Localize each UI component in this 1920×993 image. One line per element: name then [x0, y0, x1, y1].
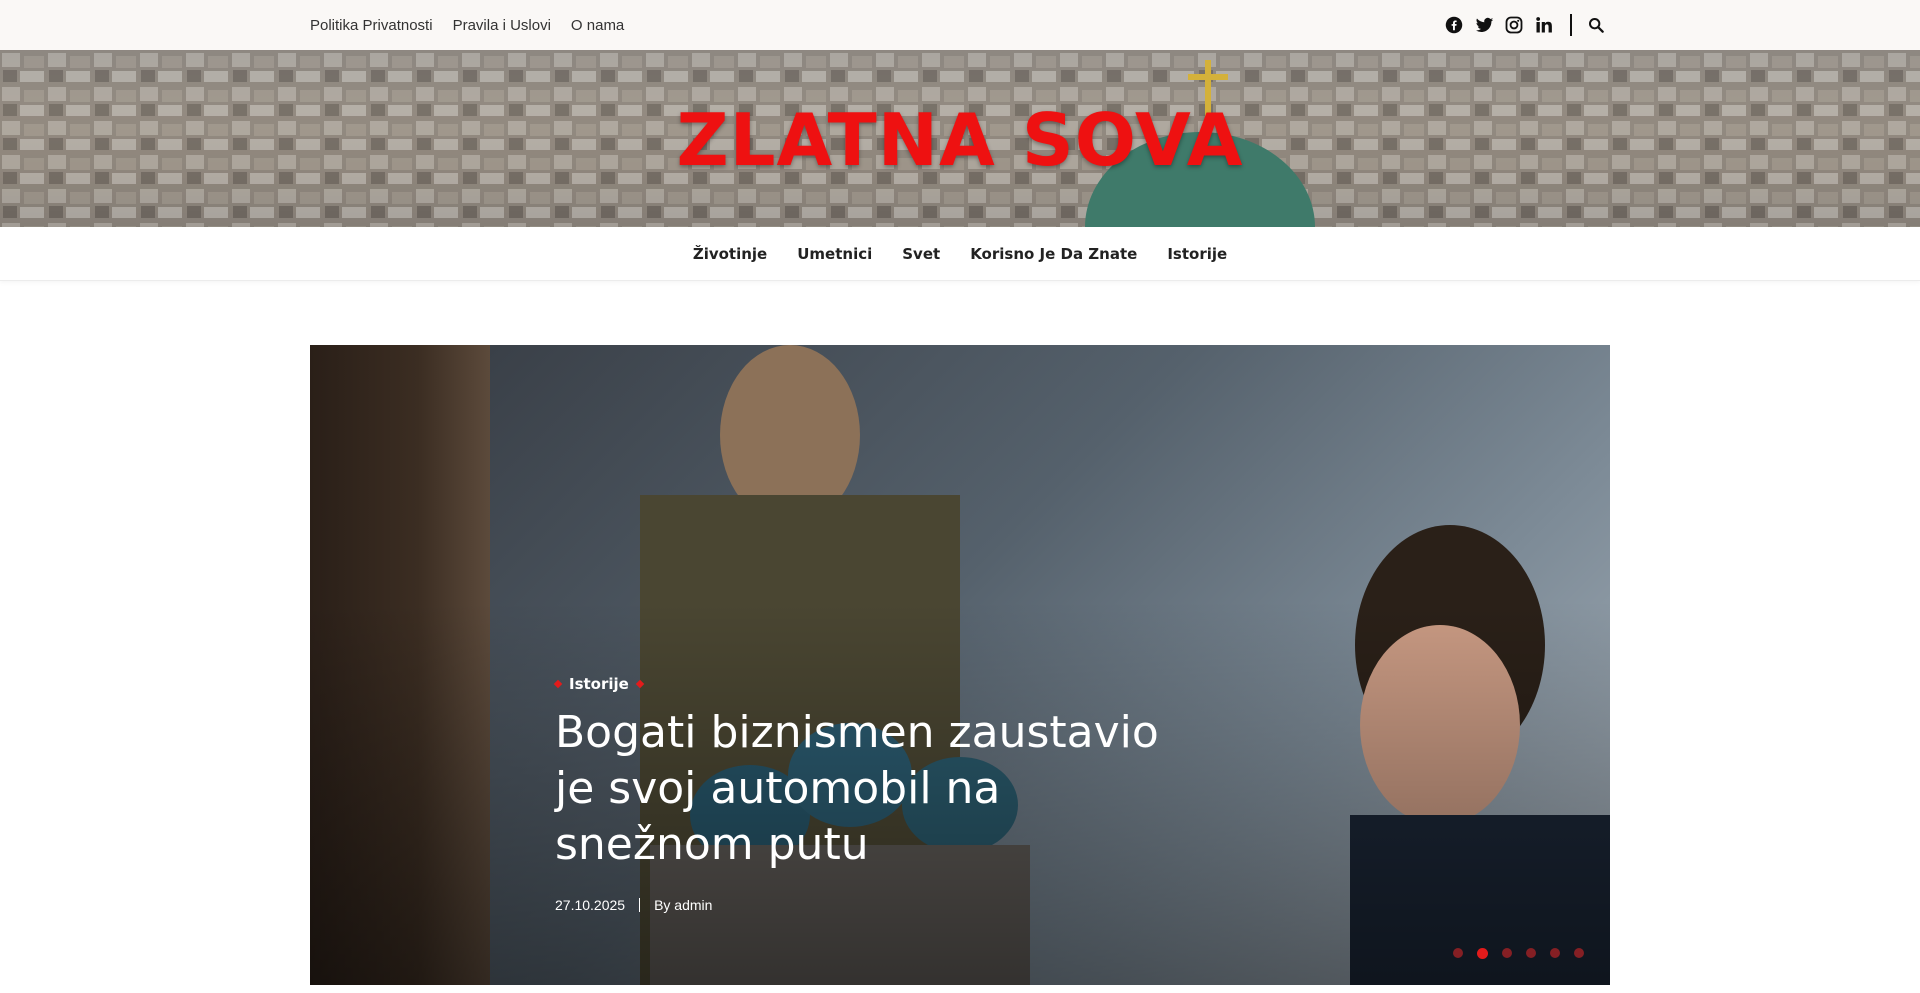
top-bar: Politika Privatnosti Pravila i Uslovi O … — [0, 0, 1920, 50]
hero-meta: 27.10.2025 By admin — [555, 897, 1195, 913]
top-links: Politika Privatnosti Pravila i Uslovi O … — [310, 0, 624, 50]
link-about[interactable]: O nama — [571, 17, 624, 34]
post-author[interactable]: By admin — [654, 897, 712, 913]
meta-divider — [639, 898, 641, 912]
slider-dot[interactable] — [1550, 948, 1560, 958]
slider-dot[interactable] — [1453, 948, 1463, 958]
link-terms[interactable]: Pravila i Uslovi — [453, 17, 551, 34]
site-banner: ZLATNA SOVA — [0, 50, 1920, 227]
twitter-icon[interactable] — [1474, 15, 1494, 35]
nav-item-korisno[interactable]: Korisno Je Da Znate — [970, 245, 1137, 263]
slider-dot[interactable] — [1574, 948, 1584, 958]
nav-item-umetnici[interactable]: Umetnici — [797, 245, 872, 263]
instagram-icon[interactable] — [1504, 15, 1524, 35]
search-icon[interactable] — [1586, 15, 1606, 35]
nav-item-istorije[interactable]: Istorije — [1167, 245, 1227, 263]
diamond-icon — [635, 679, 645, 689]
nav-item-zivotinje[interactable]: Životinje — [693, 245, 767, 263]
divider — [1570, 14, 1572, 36]
slider-dot[interactable] — [1477, 948, 1488, 959]
linkedin-icon[interactable] — [1534, 15, 1554, 35]
site-title[interactable]: ZLATNA SOVA — [0, 98, 1920, 182]
hero-category[interactable]: Istorije — [553, 675, 1195, 693]
diamond-icon — [553, 679, 563, 689]
post-date: 27.10.2025 — [555, 897, 626, 913]
slider-dot[interactable] — [1502, 948, 1512, 958]
facebook-icon[interactable] — [1444, 15, 1464, 35]
slider-dots — [1453, 948, 1584, 959]
hero-title[interactable]: Bogati biznismen zaustavio je svoj autom… — [555, 705, 1195, 873]
link-privacy-policy[interactable]: Politika Privatnosti — [310, 17, 433, 34]
main-navigation: Životinje Umetnici Svet Korisno Je Da Zn… — [0, 227, 1920, 281]
hero-content: Istorije Bogati biznismen zaustavio je s… — [553, 675, 1195, 913]
nav-item-svet[interactable]: Svet — [902, 245, 940, 263]
social-icons — [1444, 0, 1616, 50]
hero-slider[interactable]: Istorije Bogati biznismen zaustavio je s… — [310, 345, 1610, 985]
category-label[interactable]: Istorije — [569, 675, 629, 693]
slider-dot[interactable] — [1526, 948, 1536, 958]
